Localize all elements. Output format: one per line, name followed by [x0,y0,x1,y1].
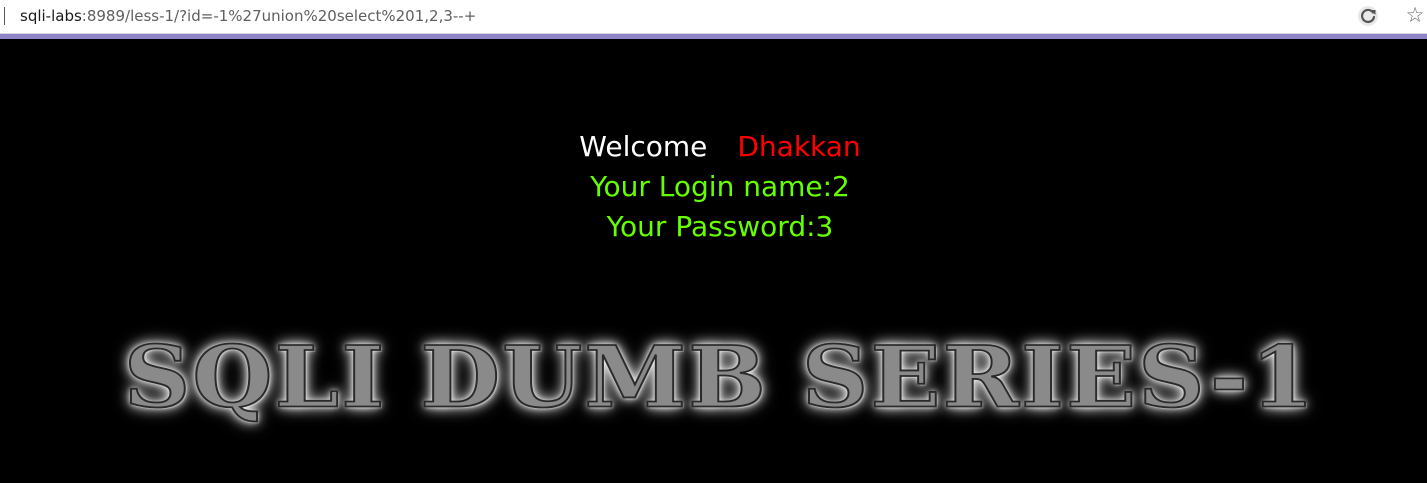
banner: SQLI DUMB SERIES-1 [0,327,1427,427]
welcome-text: Welcome [579,130,708,163]
url-host: sqli-labs [20,7,82,25]
username-text: Dhakkan [737,130,861,163]
welcome-line: Welcome Dhakkan [0,127,1427,167]
url-path: :8989/less-1/?id=-1%27union%20select%201… [81,7,477,25]
reload-icon[interactable] [1356,4,1380,28]
page-content: Welcome Dhakkan Your Login name:2 Your Pa… [0,39,1427,483]
banner-title: SQLI DUMB SERIES-1 [123,327,1317,427]
address-bar[interactable]: sqli-labs:8989/less-1/?id=-1%27union%20s… [0,0,1427,34]
login-result: Welcome Dhakkan Your Login name:2 Your Pa… [0,127,1427,247]
url-field[interactable]: sqli-labs:8989/less-1/?id=-1%27union%20s… [20,6,476,26]
text-cursor [4,7,5,25]
star-icon[interactable]: ☆ [1403,3,1427,27]
login-name-text: Your Login name:2 [590,170,850,203]
password-text: Your Password:3 [606,210,834,243]
